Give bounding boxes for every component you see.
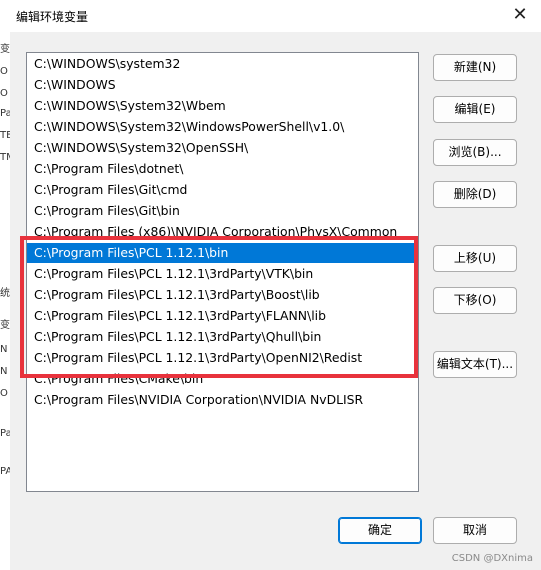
path-list-item[interactable]: C:\Program Files\Git\bin xyxy=(27,201,418,221)
bg-text-fragment: 变 xyxy=(0,44,10,55)
edit-button[interactable]: 编辑(E) xyxy=(433,96,517,123)
edit-text-button[interactable]: 编辑文本(T)... xyxy=(433,351,517,378)
path-list-item[interactable]: C:\Program Files\PCL 1.12.1\3rdParty\Qhu… xyxy=(27,327,418,347)
path-list[interactable]: C:\WINDOWS\system32 C:\WINDOWS C:\WINDOWS\… xyxy=(26,52,419,492)
close-icon[interactable]: ✕ xyxy=(509,4,531,26)
path-list-item[interactable]: C:\Program Files\PCL 1.12.1\3rdParty\VTK… xyxy=(27,264,418,284)
path-list-item[interactable]: C:\WINDOWS\System32\WindowsPowerShell\v1… xyxy=(27,117,418,137)
path-list-item[interactable]: C:\WINDOWS\system32 xyxy=(27,54,418,74)
edit-env-var-dialog: 编辑环境变量 ✕ C:\WINDOWS\system32 C:\WINDOWS C:… xyxy=(10,0,541,570)
path-list-item-selected[interactable]: C:\Program Files\PCL 1.12.1\bin xyxy=(27,243,418,263)
bg-text-fragment: N xyxy=(0,366,8,377)
path-list-item[interactable]: C:\Program Files\PCL 1.12.1\3rdParty\FLA… xyxy=(27,306,418,326)
browse-button[interactable]: 浏览(B)... xyxy=(433,139,517,166)
path-list-item[interactable]: C:\Program Files\Git\cmd xyxy=(27,180,418,200)
path-list-item[interactable]: C:\WINDOWS xyxy=(27,75,418,95)
move-up-button[interactable]: 上移(U) xyxy=(433,245,517,272)
watermark: CSDN @DXnima xyxy=(451,553,533,564)
new-button[interactable]: 新建(N) xyxy=(433,54,517,81)
path-list-item[interactable]: C:\WINDOWS\System32\OpenSSH\ xyxy=(27,138,418,158)
path-list-item[interactable]: C:\Program Files\PCL 1.12.1\3rdParty\Ope… xyxy=(27,348,418,368)
bg-text-fragment: O xyxy=(0,88,8,99)
path-list-item[interactable]: C:\Program Files (x86)\NVIDIA Corporatio… xyxy=(27,222,418,242)
path-list-item[interactable]: C:\Program Files\CMake\bin xyxy=(27,369,418,389)
bg-text-fragment: 变 xyxy=(0,320,10,331)
cancel-button[interactable]: 取消 xyxy=(433,517,517,544)
bg-text-fragment: 统 xyxy=(0,288,10,299)
ok-button[interactable]: 确定 xyxy=(338,517,422,544)
title-bar[interactable]: 编辑环境变量 ✕ xyxy=(10,0,541,32)
path-list-item[interactable]: C:\Program Files\dotnet\ xyxy=(27,159,418,179)
path-list-item[interactable]: C:\Program Files\PCL 1.12.1\3rdParty\Boo… xyxy=(27,285,418,305)
move-down-button[interactable]: 下移(O) xyxy=(433,287,517,314)
bg-text-fragment: N xyxy=(0,344,8,355)
bg-text-fragment: O xyxy=(0,388,8,399)
delete-button[interactable]: 删除(D) xyxy=(433,181,517,208)
path-list-item[interactable]: C:\WINDOWS\System32\Wbem xyxy=(27,96,418,116)
path-list-item[interactable]: C:\Program Files\NVIDIA Corporation\NVID… xyxy=(27,390,418,410)
bg-text-fragment: O xyxy=(0,66,8,77)
dialog-title: 编辑环境变量 xyxy=(16,10,89,24)
